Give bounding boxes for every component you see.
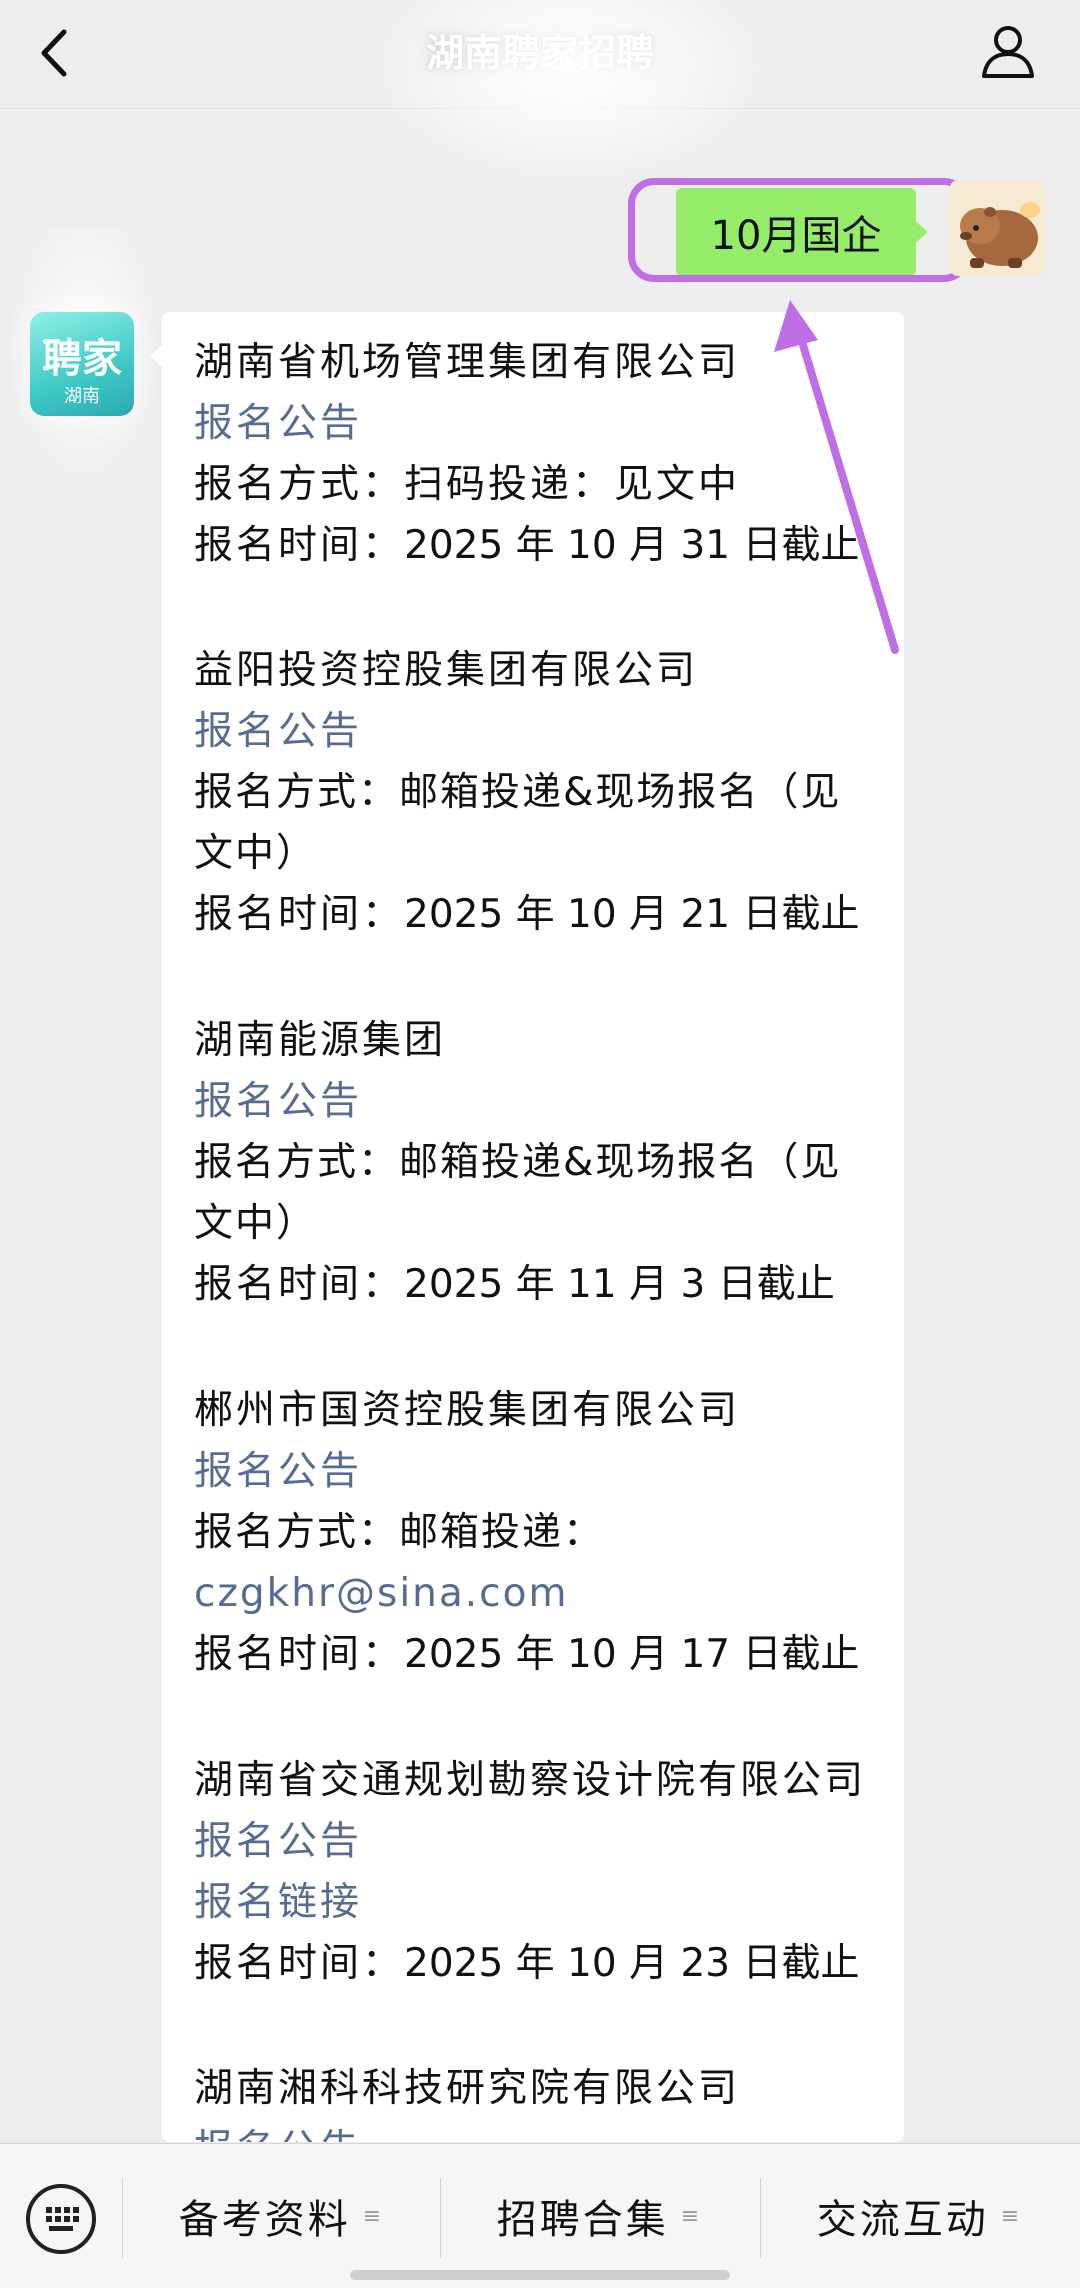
user-avatar[interactable]: [950, 180, 1046, 276]
email-link[interactable]: czgkhr@sina.com: [194, 1571, 568, 1616]
avatar-sub-text: 湖南: [64, 386, 100, 407]
time-label: 报名时间：: [194, 1632, 405, 1677]
time-value: 2025 年 10 月 23 日截止: [404, 1941, 860, 1986]
menu-item-recruitment-collection[interactable]: 招聘合集 ≡: [440, 2144, 756, 2288]
time-label: 报名时间：: [194, 892, 405, 937]
menu-item-study-materials[interactable]: 备考资料 ≡: [122, 2144, 438, 2288]
apply-time: 报名时间：2025 年 10 月 17 日截止: [194, 1624, 894, 1685]
received-message-bubble: 湖南省机场管理集团有限公司 报名公告 报名方式：扫码投递：见文中 报名时间：20…: [162, 312, 904, 2142]
notice-link[interactable]: 报名公告: [194, 2119, 894, 2142]
method-label: 报名方式：: [194, 1510, 400, 1555]
company-name: 湖南省交通规划勘察设计院有限公司: [194, 1758, 867, 1803]
apply-link[interactable]: 报名链接: [194, 1872, 894, 1933]
apply-method: 报名方式：邮箱投递： czgkhr@sina.com: [194, 1502, 874, 1624]
time-label: 报名时间：: [194, 523, 405, 568]
menu-item-label: 交流互动: [816, 2197, 989, 2243]
avatar-main-text: 聘家: [42, 336, 122, 382]
company-name: 湖南能源集团: [194, 1018, 447, 1063]
chat-title: 湖南聘家招聘: [425, 31, 654, 75]
menu-lines-icon: ≡: [1000, 2203, 1020, 2229]
time-label: 报名时间：: [194, 1262, 405, 1307]
job-entry: 湖南省机场管理集团有限公司 报名公告 报名方式：扫码投递：见文中 报名时间：20…: [194, 332, 894, 576]
bottom-menu-bar: 备考资料 ≡ 招聘合集 ≡ 交流互动 ≡: [0, 2143, 1080, 2288]
apply-time: 报名时间：2025 年 10 月 23 日截止: [194, 1933, 894, 1994]
apply-method: 报名方式：扫码投递：见文中: [194, 454, 894, 515]
company-name: 湖南省机场管理集团有限公司: [194, 340, 741, 385]
apply-method: 报名方式：邮箱投递&现场报名（见文中）: [194, 1132, 874, 1254]
apply-method: 报名方式：邮箱投递&现场报名（见文中）: [194, 762, 874, 884]
method-label: 报名方式：: [194, 1140, 400, 1185]
chevron-left-icon: [41, 29, 67, 77]
apply-time: 报名时间：2025 年 10 月 31 日截止: [194, 515, 894, 576]
profile-button[interactable]: [978, 20, 1038, 80]
apply-time: 报名时间：2025 年 10 月 21 日截止: [194, 884, 894, 945]
time-value: 2025 年 10 月 17 日截止: [404, 1632, 860, 1677]
menu-lines-icon: ≡: [680, 2203, 700, 2229]
keyboard-toggle-button[interactable]: [26, 2184, 96, 2254]
official-account-avatar[interactable]: 聘家 湖南: [30, 312, 134, 416]
menu-item-interaction[interactable]: 交流互动 ≡: [760, 2144, 1076, 2288]
home-indicator[interactable]: [350, 2270, 730, 2280]
notice-link[interactable]: 报名公告: [194, 701, 894, 762]
menu-item-label: 招聘合集: [496, 2197, 669, 2243]
job-entry: 湖南能源集团 报名公告 报名方式：邮箱投递&现场报名（见文中） 报名时间：202…: [194, 1010, 894, 1315]
person-icon: [982, 26, 1034, 78]
menu-lines-icon: ≡: [362, 2203, 382, 2229]
job-entry: 湖南省交通规划勘察设计院有限公司 报名公告 报名链接 报名时间：2025 年 1…: [194, 1750, 894, 1994]
method-label: 报名方式：: [194, 770, 400, 815]
notice-link[interactable]: 报名公告: [194, 1071, 894, 1132]
company-name: 郴州市国资控股集团有限公司: [194, 1388, 741, 1433]
time-label: 报名时间：: [194, 1941, 405, 1986]
method-label: 报名方式：: [194, 462, 405, 507]
time-value: 2025 年 10 月 21 日截止: [404, 892, 860, 937]
notice-link[interactable]: 报名公告: [194, 1441, 894, 1502]
capybara-icon: [950, 180, 1046, 276]
method-value: 邮箱投递：: [399, 1510, 605, 1555]
time-value: 2025 年 10 月 31 日截止: [404, 523, 860, 568]
notice-link[interactable]: 报名公告: [194, 393, 894, 454]
company-name: 益阳投资控股集团有限公司: [194, 648, 699, 693]
job-entry: 郴州市国资控股集团有限公司 报名公告 报名方式：邮箱投递： czgkhr@sina…: [194, 1380, 894, 1685]
back-button[interactable]: [30, 22, 80, 84]
chat-header: 湖南聘家招聘: [0, 0, 1080, 109]
company-name: 湖南湘科科技研究院有限公司: [194, 2066, 741, 2111]
apply-time: 报名时间：2025 年 11 月 3 日截止: [194, 1254, 894, 1315]
highlight-box: [628, 178, 970, 282]
job-entry: 湖南湘科科技研究院有限公司 报名公告: [194, 2058, 894, 2142]
keyboard-icon: [46, 2207, 79, 2231]
time-value: 2025 年 11 月 3 日截止: [404, 1262, 835, 1307]
notice-link[interactable]: 报名公告: [194, 1811, 894, 1872]
job-entry: 益阳投资控股集团有限公司 报名公告 报名方式：邮箱投递&现场报名（见文中） 报名…: [194, 640, 894, 945]
method-value: 扫码投递：见文中: [404, 462, 741, 507]
menu-item-label: 备考资料: [178, 2197, 351, 2243]
